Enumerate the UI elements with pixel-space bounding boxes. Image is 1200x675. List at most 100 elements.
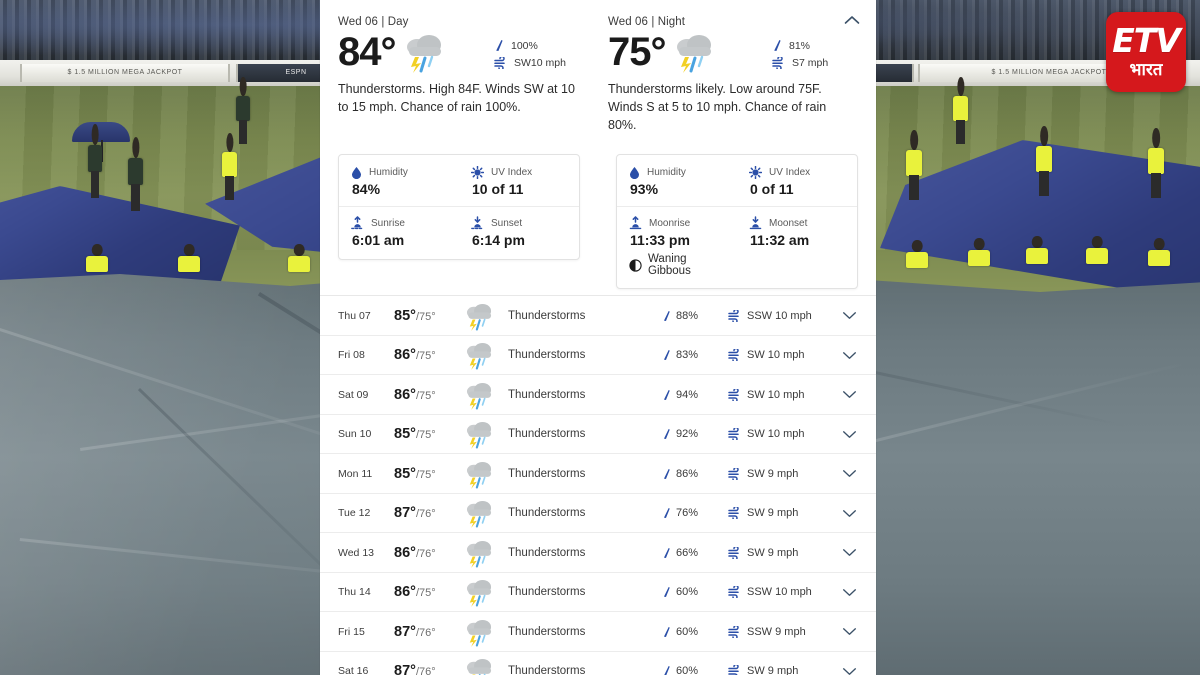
forecast-temperature: 86°/75°	[394, 387, 462, 403]
night-wind-value: S7 mph	[792, 57, 829, 69]
ground-staff-person	[953, 76, 968, 144]
forecast-row[interactable]: Thu 14 86°/75° Thunderstorms 60% SSW 10 mph	[320, 573, 876, 613]
forecast-description: Thunderstorms	[508, 467, 586, 480]
forecast-low: /76°	[415, 508, 436, 520]
forecast-low: /75°	[415, 389, 436, 402]
person-legs	[224, 176, 235, 200]
forecast-high: 87°	[394, 505, 416, 521]
day-precipitation: 100%	[494, 39, 580, 52]
waning-gibbous-icon	[629, 259, 642, 272]
detail-row: Humidity 84% UV Index 10 of 11	[339, 157, 579, 206]
forecast-temperature: 87°/76°	[394, 663, 462, 675]
forecast-expand-button[interactable]	[834, 430, 864, 439]
forecast-high: 85°	[394, 426, 416, 442]
forecast-row[interactable]: Mon 11 85°/75° Thunderstorms 86% SW 9 mph	[320, 454, 876, 494]
forecast-high: 87°	[394, 663, 416, 675]
forecast-precipitation: 66%	[662, 547, 728, 559]
day-detail-card-wrap: Humidity 84% UV Index 10 of 11 Sunrise 6…	[320, 144, 598, 295]
etv-logo-wordmark: ETV	[1112, 20, 1181, 60]
thunderstorm-icon	[400, 30, 448, 74]
ground-staff-person	[1148, 237, 1170, 276]
person-vest	[128, 158, 143, 186]
forecast-row[interactable]: Sat 09 86°/75° Thunderstorms 94% SW 10 mph	[320, 375, 876, 415]
forecast-row[interactable]: Thu 07 85°/75° Thunderstorms 88% SSW 10 mph	[320, 296, 876, 336]
forecast-day-label: Thu 07	[338, 309, 371, 322]
forecast-temperature: 85°/75°	[394, 426, 462, 442]
precipitation-drop-icon	[662, 665, 671, 675]
moon-phase: Waning Gibbous	[629, 253, 727, 277]
wind-icon	[728, 625, 741, 638]
day-temperature: 84°	[338, 30, 396, 74]
forecast-expand-button[interactable]	[834, 627, 864, 636]
forecast-expand-button[interactable]	[834, 509, 864, 518]
forecast-day-label: Thu 14	[338, 586, 371, 598]
chevron-down-icon	[842, 548, 857, 557]
forecast-wind-value: SW 9 mph	[747, 665, 799, 675]
person-legs	[238, 120, 248, 144]
panel-collapse-button[interactable]	[838, 8, 866, 32]
forecast-expand-button[interactable]	[834, 311, 864, 320]
detail-head: Humidity	[351, 166, 449, 180]
forecast-day-label: Fri 08	[338, 349, 365, 361]
forecast-expand-button[interactable]	[834, 351, 864, 360]
day-detail-card: Humidity 84% UV Index 10 of 11 Sunrise 6…	[338, 154, 580, 261]
forecast-expand-button[interactable]	[834, 390, 864, 399]
night-precip-value: 81%	[789, 39, 811, 52]
forecast-wind: SSW 10 mph	[728, 309, 834, 322]
forecast-row[interactable]: Sat 16 87°/76° Thunderstorms 60% SW 9 mph	[320, 652, 876, 675]
humidity-drop-icon	[351, 166, 362, 180]
day-metrics: 100% SW10 mph	[494, 35, 580, 69]
sunrise-icon	[351, 216, 364, 230]
forecast-temperature: 87°/76°	[394, 505, 462, 521]
person-head	[911, 239, 923, 252]
forecast-wind-value: SW 10 mph	[747, 349, 805, 361]
precipitation-drop-icon	[662, 586, 671, 598]
forecast-row[interactable]: Sun 10 85°/75° Thunderstorms 92% SW 10 mph	[320, 415, 876, 455]
forecast-precipitation: 60%	[662, 626, 728, 638]
forecast-row[interactable]: Fri 08 86°/75° Thunderstorms 83% SW 10 mph	[320, 336, 876, 376]
forecast-expand-button[interactable]	[834, 469, 864, 478]
forecast-high: 87°	[394, 623, 416, 640]
night-temp-row: 75° 81% S7 mph	[608, 30, 858, 74]
etv-bharat-logo: ETV भारत	[1106, 12, 1186, 92]
forecast-expand-button[interactable]	[834, 588, 864, 597]
ground-staff-person	[288, 243, 310, 282]
forecast-precipitation: 92%	[662, 428, 728, 440]
forecast-precipitation: 88%	[662, 310, 728, 322]
forecast-low: /75°	[415, 310, 436, 323]
night-detail-card-wrap: Humidity 93% UV Index 0 of 11 Moonrise 1…	[598, 144, 876, 295]
detail-label: Sunrise	[371, 217, 405, 229]
forecast-row[interactable]: Tue 12 87°/76° Thunderstorms 76% SW 9 mph	[320, 494, 876, 534]
forecast-expand-button[interactable]	[834, 548, 864, 557]
day-period-label: Wed 06 | Day	[338, 16, 409, 28]
wind-icon	[728, 507, 741, 519]
forecast-row[interactable]: Fri 15 87°/76° Thunderstorms 60% SSW 9 mph	[320, 612, 876, 652]
person-head	[973, 237, 985, 250]
forecast-temperature: 85°/75°	[394, 466, 462, 482]
detail-value: 10 of 11	[472, 181, 524, 198]
chevron-down-icon	[842, 390, 857, 399]
person-vest	[222, 152, 237, 177]
forecast-row[interactable]: Wed 13 86°/76° Thunderstorms 66% SW 9 mph	[320, 533, 876, 573]
detail-cell-uv-index: UV Index 0 of 11	[737, 157, 857, 206]
person-vest	[1148, 250, 1170, 267]
day-precip-value: 100%	[511, 39, 538, 52]
wind-icon	[728, 309, 741, 322]
forecast-description: Thunderstorms	[508, 507, 586, 519]
forecast-high: 85°	[394, 465, 416, 482]
forecast-precip-value: 86%	[676, 467, 699, 480]
detail-head: Humidity	[629, 166, 727, 180]
forecast-expand-button[interactable]	[834, 667, 864, 675]
thunderstorm-icon	[462, 497, 508, 529]
thunderstorm-icon	[462, 576, 508, 608]
forecast-wind-value: SW 9 mph	[747, 467, 799, 480]
forecast-description: Thunderstorms	[508, 665, 586, 675]
chevron-down-icon	[842, 430, 857, 439]
forecast-wind-value: SW 10 mph	[747, 388, 805, 401]
detail-cell-moonrise: Moonrise 11:33 pm Waning Gibbous	[617, 207, 737, 286]
detail-label: Sunset	[491, 217, 523, 229]
moonrise-icon	[629, 216, 642, 230]
detail-value: 11:32 am	[750, 232, 810, 249]
night-precipitation: 81%	[772, 39, 858, 52]
detail-cell-moonset: Moonset 11:32 am	[737, 207, 857, 286]
